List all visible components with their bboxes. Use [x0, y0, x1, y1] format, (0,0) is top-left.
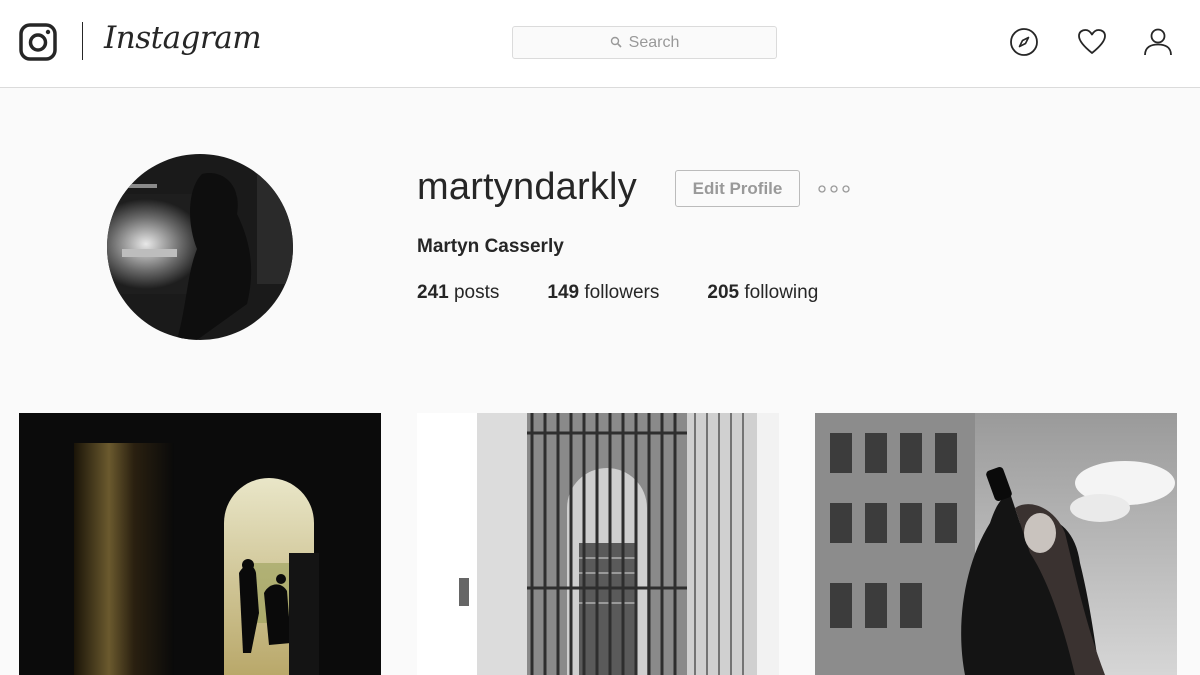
edit-profile-button[interactable]: Edit Profile [675, 170, 800, 207]
stat-number: 205 [707, 282, 740, 303]
heart-icon[interactable] [1076, 26, 1108, 58]
stat-number: 241 [417, 282, 449, 303]
instagram-wordmark[interactable]: Instagram [104, 20, 262, 56]
post-tile-1[interactable] [19, 413, 381, 675]
stat-label: posts [453, 282, 500, 303]
more-options-icon[interactable] [815, 180, 853, 198]
profile-avatar[interactable] [107, 154, 293, 340]
explore-compass-icon[interactable] [1008, 26, 1040, 58]
search-input[interactable]: Search [512, 26, 777, 59]
search-icon [610, 36, 622, 48]
followers-count[interactable]: 149 followers [547, 282, 659, 304]
profile-full-name: Martyn Casserly [417, 236, 564, 257]
instagram-camera-icon[interactable] [18, 22, 58, 62]
post-tile-3[interactable] [815, 413, 1177, 675]
profile-stats: 241 posts 149 followers 205 following [417, 282, 866, 304]
search-placeholder: Search [628, 33, 680, 51]
profile-username: martyndarkly [417, 166, 637, 208]
posts-count: 241 posts [417, 282, 499, 304]
post-tile-2[interactable] [417, 413, 779, 675]
stat-number: 149 [547, 282, 580, 303]
stat-label: following [744, 282, 819, 303]
logo-divider [82, 22, 83, 60]
stat-label: followers [584, 282, 660, 303]
following-count[interactable]: 205 following [707, 282, 818, 304]
person-icon[interactable] [1142, 26, 1174, 58]
top-navigation-bar: Instagram Search [0, 0, 1200, 88]
